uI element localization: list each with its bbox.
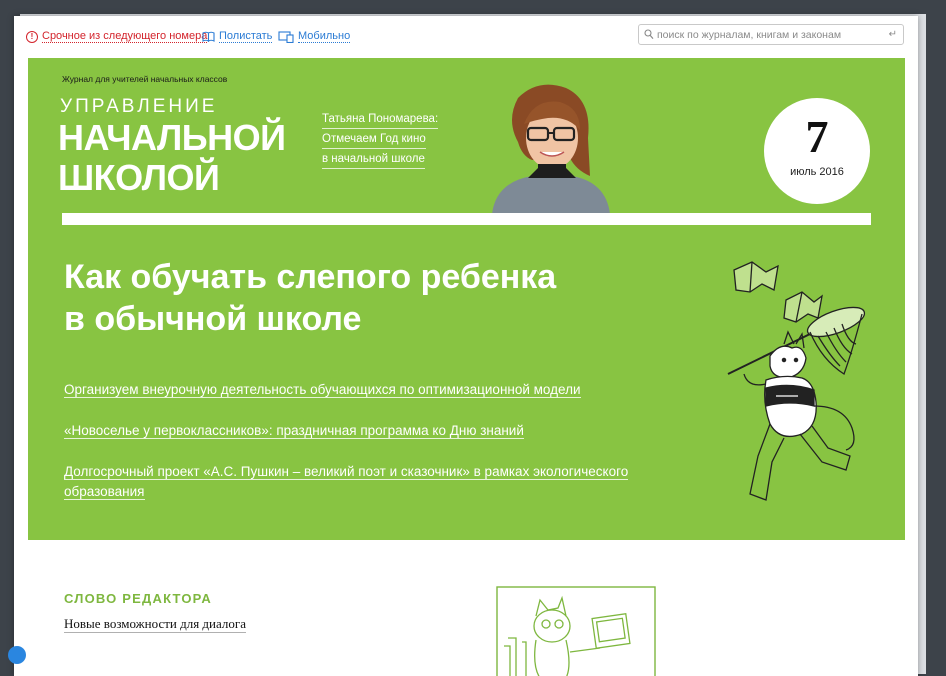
editor-cat-illustration xyxy=(496,586,656,676)
headline-line-1: Как обучать слепого ребенка xyxy=(64,258,557,296)
flip-through-link[interactable]: Полистать xyxy=(202,30,273,43)
logo-line-1: УПРАВЛЕНИЕ xyxy=(60,96,218,117)
cover-divider xyxy=(62,213,871,225)
cat-with-butterfly-net-illustration xyxy=(727,261,866,501)
corner-indicator xyxy=(8,646,26,664)
journal-subtitle: Журнал для учителей начальных классов xyxy=(62,74,228,84)
issue-cover: Журнал для учителей начальных классов УП… xyxy=(28,58,905,540)
article-list: Организуем внеурочную деятельность обуча… xyxy=(64,380,644,523)
devices-icon xyxy=(278,30,294,43)
author-portrait xyxy=(492,84,610,214)
author-topic-line-1: Отмечаем Год кино xyxy=(322,131,426,149)
issue-number: 7 xyxy=(805,111,829,162)
author-topic-line-2: в начальной школе xyxy=(322,151,425,169)
magazine-page: ! Срочное из следующего номера Полистать… xyxy=(14,16,918,676)
urgent-next-issue-link[interactable]: ! Срочное из следующего номера xyxy=(26,30,208,43)
alert-circle-icon: ! xyxy=(26,30,38,43)
top-bar: ! Срочное из следующего номера Полистать… xyxy=(14,16,918,56)
editor-article-link[interactable]: Новые возможности для диалога xyxy=(64,616,246,633)
author-feature-link[interactable]: Татьяна Пономарева: Отмечаем Год кино в … xyxy=(322,111,439,171)
search-icon xyxy=(644,29,654,39)
logo-line-2: НАЧАЛЬНОЙ xyxy=(58,117,286,158)
editor-section-title: СЛОВО РЕДАКТОРА xyxy=(64,591,212,606)
article-link[interactable]: Долгосрочный проект «А.С. Пушкин – велик… xyxy=(64,464,629,500)
article-link[interactable]: Организуем внеурочную деятельность обуча… xyxy=(64,382,581,398)
mobile-version-link[interactable]: Мобильно xyxy=(278,30,351,43)
issue-date: июль 2016 xyxy=(790,166,844,178)
article-link[interactable]: «Новоселье у первоклассников»: праздничн… xyxy=(64,423,524,439)
logo-line-3: ШКОЛОЙ xyxy=(58,157,220,198)
mobile-label: Мобильно xyxy=(298,30,351,43)
issue-badge: 7 июль 2016 xyxy=(764,98,870,204)
author-name: Татьяна Пономарева: xyxy=(322,111,439,129)
search-box: ↵ xyxy=(638,24,904,45)
urgent-label: Срочное из следующего номера xyxy=(42,30,208,43)
main-headline-link[interactable]: Как обучать слепого ребенка в обычной шк… xyxy=(64,256,556,340)
search-input[interactable] xyxy=(657,27,881,42)
enter-icon[interactable]: ↵ xyxy=(889,29,897,40)
headline-line-2: в обычной школе xyxy=(64,300,362,338)
open-book-icon xyxy=(202,31,215,42)
flip-label: Полистать xyxy=(219,30,273,43)
